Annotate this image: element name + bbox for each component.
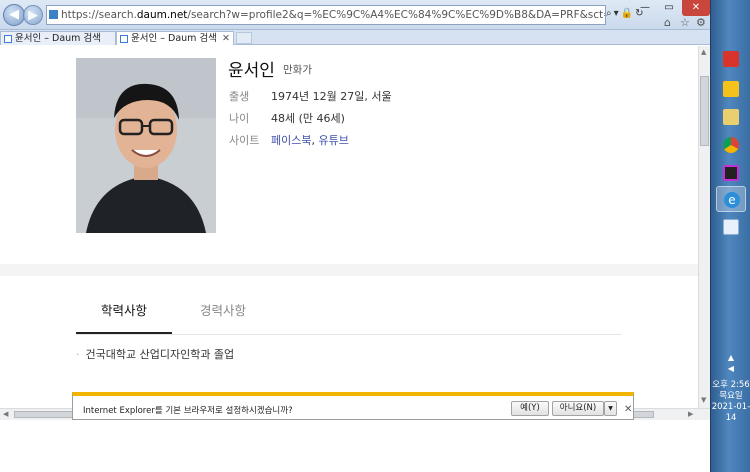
person-photo-icon — [76, 58, 216, 233]
scroll-left-icon[interactable]: ◀ — [3, 410, 8, 418]
new-tab-button[interactable] — [236, 32, 252, 44]
file-explorer-icon — [723, 109, 739, 125]
person-name: 윤서인 — [228, 61, 275, 81]
folder-icon — [723, 81, 739, 97]
age-value: 48세 (만 46세) — [271, 112, 345, 125]
scroll-down-icon[interactable]: ▼ — [701, 396, 706, 404]
browser-tab-2[interactable]: 윤서인 – Daum 검색 ✕ — [116, 31, 234, 45]
system-tray: ▲ ◀ — [711, 352, 750, 374]
site-label: 사이트 — [229, 134, 260, 147]
site-favicon-icon — [49, 10, 58, 19]
close-notification-icon[interactable]: ✕ — [624, 404, 632, 415]
no-options-dropdown[interactable]: ▼ — [604, 401, 617, 416]
site-separator: , — [311, 134, 315, 147]
site-row: 사이트 페이스북, 유튜브 — [229, 132, 349, 148]
chevron-down-icon: ▼ — [608, 405, 613, 412]
youtube-link[interactable]: 유튜브 — [318, 134, 348, 147]
taskbar: e ▲ ◀ 오후 2:56 목요일 2021-01-14 — [710, 0, 750, 472]
birth-value: 1974년 12월 27일, 서울 — [271, 90, 392, 103]
birth-row: 출생 1974년 12월 27일, 서울 — [229, 88, 392, 104]
daum-favicon-icon — [120, 35, 128, 43]
scroll-up-icon[interactable]: ▲ — [701, 48, 706, 56]
yes-button[interactable]: 예(Y) — [511, 401, 549, 416]
speaker-icon[interactable]: ◀ — [728, 364, 734, 373]
profile-photo — [76, 58, 216, 233]
taskbar-app-5[interactable] — [716, 160, 746, 186]
person-role: 만화가 — [283, 64, 312, 76]
lock-icon[interactable]: 🔒 — [621, 8, 635, 19]
paint-icon — [723, 219, 739, 235]
app-icon — [723, 51, 739, 67]
taskbar-chrome[interactable] — [716, 132, 746, 158]
forward-button[interactable]: ▶ — [23, 5, 43, 25]
tray-arrow-icon[interactable]: ▲ — [728, 353, 734, 362]
window-bottom-area — [0, 420, 710, 472]
page-content: 윤서인 만화가 출생 1974년 12월 27일, 서울 나이 48세 (만 46세… — [0, 46, 698, 408]
notification-message: Internet Explorer를 기본 브라우저로 설정하시겠습니까? — [83, 406, 293, 416]
close-tab-icon[interactable]: ✕ — [222, 32, 230, 45]
birth-label: 출생 — [229, 90, 250, 103]
taskbar-internet-explorer[interactable]: e — [716, 186, 746, 212]
browser-tab-1[interactable]: 윤서인 – Daum 검색 — [0, 31, 116, 45]
age-label: 나이 — [229, 112, 250, 125]
education-text: 건국대학교 산업디자인학과 졸업 — [85, 348, 235, 361]
scroll-right-icon[interactable]: ▶ — [688, 410, 693, 418]
tab-strip: 윤서인 – Daum 검색 윤서인 – Daum 검색 ✕ — [0, 30, 710, 45]
url-domain: daum.net — [136, 9, 188, 21]
maximize-button[interactable]: ▭ — [658, 0, 680, 16]
taskbar-app-1[interactable] — [716, 46, 746, 72]
dropdown-icon[interactable]: ▾ — [614, 8, 621, 19]
search-icon[interactable]: ⌕ — [606, 8, 614, 19]
tab-title: 윤서인 – Daum 검색 — [15, 33, 101, 44]
tab-underline — [76, 334, 622, 335]
section-divider — [0, 264, 698, 276]
taskbar-app-3[interactable] — [716, 104, 746, 130]
age-row: 나이 48세 (만 46세) — [229, 110, 345, 126]
home-icon[interactable]: ⌂ — [664, 16, 671, 29]
close-window-button[interactable]: ✕ — [682, 0, 710, 16]
tab-title: 윤서인 – Daum 검색 — [131, 33, 217, 44]
no-button[interactable]: 아니요(N) — [552, 401, 604, 416]
bullet-icon: · — [76, 348, 80, 361]
taskbar-app-2[interactable] — [716, 76, 746, 102]
chrome-icon — [723, 137, 739, 153]
internet-explorer-icon: e — [724, 192, 740, 208]
education-item: · 건국대학교 산업디자인학과 졸업 — [76, 346, 234, 362]
default-browser-notification: Internet Explorer를 기본 브라우저로 설정하시겠습니까? 예(… — [72, 392, 634, 420]
url-prefix: https://search. — [61, 9, 137, 21]
gear-icon[interactable]: ⚙ — [696, 16, 706, 29]
vertical-scrollbar[interactable]: ▲ ▼ — [698, 46, 710, 408]
clock[interactable]: 오후 2:56 목요일 2021-01-14 — [711, 380, 750, 424]
facebook-link[interactable]: 페이스북 — [271, 134, 311, 147]
media-app-icon — [723, 165, 739, 181]
url-path: /search?w=profile2&q=%EC%9C%A4%EC%84%9C%… — [187, 9, 605, 21]
clock-time: 오후 2:56 — [712, 380, 750, 390]
url-input[interactable]: https://search.daum.net/search?w=profile… — [46, 5, 606, 25]
vertical-scroll-thumb[interactable] — [700, 76, 709, 146]
address-bar-area: ◀ ▶ https://search.daum.net/search?w=pro… — [0, 0, 710, 30]
favorites-star-icon[interactable]: ☆ — [680, 16, 690, 29]
arrow-left-icon: ◀ — [9, 7, 19, 22]
back-button[interactable]: ◀ — [3, 4, 25, 26]
arrow-right-icon: ▶ — [28, 8, 38, 23]
minimize-button[interactable]: — — [634, 0, 656, 16]
tab-career[interactable]: 경력사항 — [175, 300, 271, 319]
taskbar-paint[interactable] — [716, 214, 746, 240]
daum-favicon-icon — [4, 35, 12, 43]
tab-education[interactable]: 학력사항 — [76, 300, 172, 334]
clock-date: 2021-01-14 — [711, 402, 750, 423]
clock-weekday: 목요일 — [719, 391, 743, 401]
